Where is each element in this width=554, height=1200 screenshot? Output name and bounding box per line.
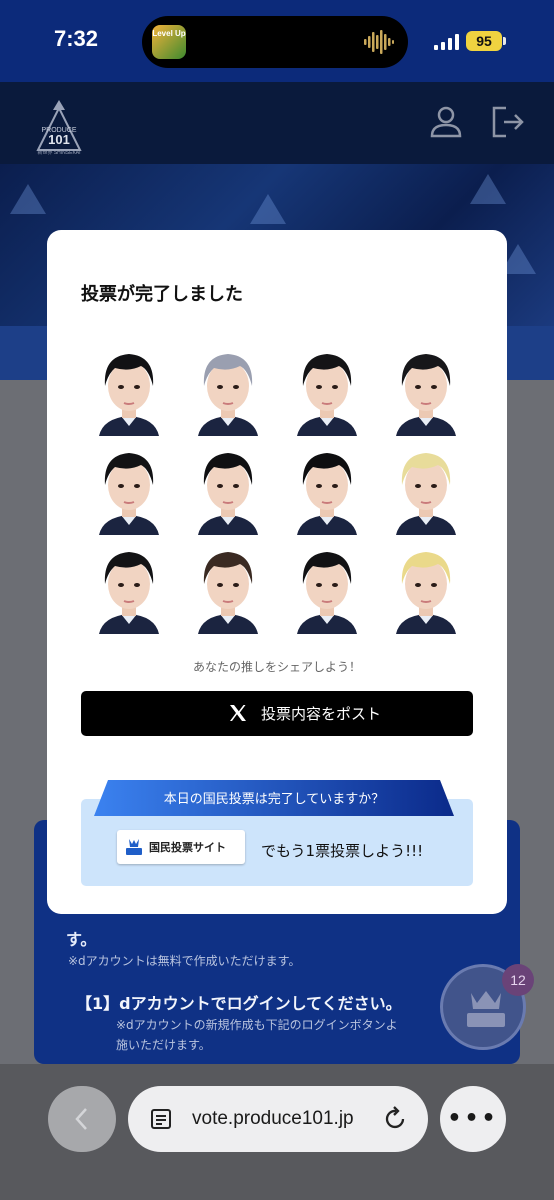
page-menu-icon[interactable] — [150, 1107, 174, 1131]
logo-num-text: 101 — [48, 132, 70, 147]
battery-tip — [503, 37, 506, 45]
vote-complete-modal: 投票が完了しました あなたの推しをシェアしよう！ 投票内容をポスト 本日の国民投… — [47, 230, 507, 914]
hero-decoration — [470, 174, 506, 204]
site-header: PRODUCE 101 新世界 SHINSEKAI — [0, 82, 554, 164]
instructions-line: す。 — [66, 930, 97, 949]
url-text[interactable]: vote.produce101.jp — [192, 1108, 354, 1130]
audio-wave-icon — [364, 30, 394, 54]
trainee-photo — [390, 342, 462, 436]
back-button[interactable] — [48, 1086, 116, 1152]
island-app-icon: Level Up — [152, 25, 186, 59]
ribbon-text: 本日の国民投票は完了していますか？ — [163, 792, 385, 807]
battery-indicator: 95 — [466, 31, 502, 51]
x-logo-icon — [230, 705, 246, 721]
logo-bottom-text: 新世界 SHINSEKAI — [37, 149, 80, 156]
ballot-box-icon — [126, 839, 142, 855]
trainee-photo — [93, 342, 165, 436]
notification-badge: 12 — [502, 964, 534, 996]
post-to-x-button[interactable]: 投票内容をポスト — [81, 691, 473, 736]
trainee-photo — [390, 441, 462, 535]
national-vote-site-button[interactable]: 国民投票サイト — [117, 830, 245, 864]
instructions-note-2: ※dアカウントの新規作成も下記のログインボタンよ — [116, 1018, 398, 1032]
trainee-photo — [291, 342, 363, 436]
instructions-note-3: 施いただけます。 — [116, 1038, 211, 1052]
trainee-photo — [390, 540, 462, 634]
chevron-left-icon — [75, 1108, 87, 1130]
hero-decoration — [250, 194, 286, 224]
trainee-photo — [93, 441, 165, 535]
user-icon[interactable] — [428, 104, 464, 140]
share-caption: あなたの推しをシェアしよう！ — [192, 660, 361, 674]
produce101-logo[interactable]: PRODUCE 101 新世界 SHINSEKAI — [30, 98, 88, 156]
trainee-photo-grid — [93, 342, 463, 636]
island-app-label: Level Up — [152, 29, 186, 38]
more-button[interactable]: ••• — [440, 1086, 506, 1152]
instructions-step-1: 【1】dアカウントでログインしてください。 — [76, 994, 402, 1013]
trainee-photo — [93, 540, 165, 634]
trainee-photo — [192, 540, 264, 634]
modal-title: 投票が完了しました — [81, 284, 243, 305]
more-dots-icon: ••• — [447, 1106, 499, 1131]
post-button-label: 投票内容をポスト — [261, 705, 382, 723]
trainee-photo — [291, 441, 363, 535]
status-time: 7:32 — [54, 26, 99, 51]
trainee-photo — [192, 342, 264, 436]
trainee-photo — [291, 540, 363, 634]
vote-again-text: でもう1票投票しよう!!! — [261, 842, 424, 860]
site-button-label: 国民投票サイト — [149, 841, 226, 854]
cellular-signal-icon — [434, 34, 459, 50]
instructions-note: ※dアカウントは無料で作成いただけます。 — [68, 954, 301, 968]
reload-icon[interactable] — [384, 1104, 408, 1132]
logout-icon[interactable] — [490, 104, 526, 140]
dynamic-island: Level Up — [142, 16, 408, 68]
ballot-box-icon — [467, 991, 505, 1027]
hero-decoration — [10, 184, 46, 214]
trainee-photo — [192, 441, 264, 535]
